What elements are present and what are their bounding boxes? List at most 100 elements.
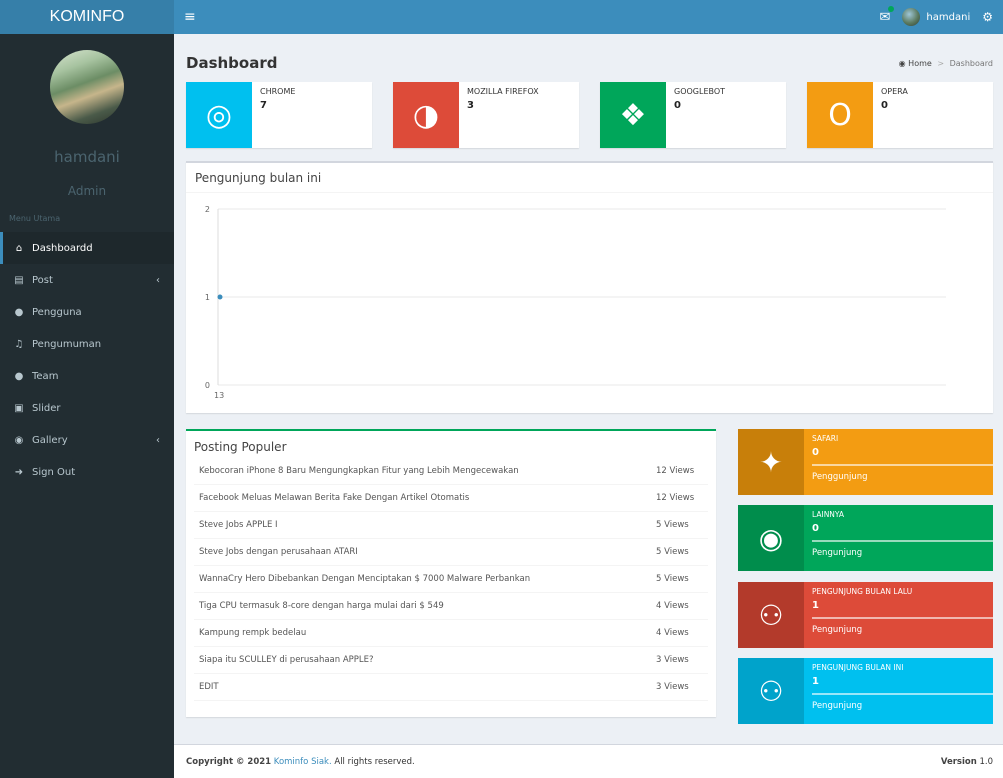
user-menu[interactable]: hamdani (902, 8, 970, 26)
popular-posts-box: Posting Populer Kebocoran iPhone 8 Baru … (186, 429, 716, 717)
sidebar-item-pengumuman[interactable]: ♫ Pengumuman (0, 328, 174, 360)
sidebar-item-label: Dashboardd (32, 242, 93, 254)
clone-icon: ▣ (14, 402, 24, 414)
stat-description: Penggunjung (812, 472, 868, 482)
opera-icon: O (807, 82, 873, 148)
user-avatar-small (902, 8, 921, 26)
table-row[interactable]: Tiga CPU termasuk 8-core dengan harga mu… (194, 593, 708, 620)
compass-icon: ✦ (738, 429, 804, 495)
stat-label: PENGUNJUNG BULAN LALU (812, 587, 913, 596)
info-box-number: 3 (467, 100, 474, 111)
post-views: 5 Views (656, 574, 689, 584)
info-box-chrome: ◎ CHROME 7 (186, 82, 372, 148)
table-row[interactable]: Facebook Meluas Melawan Berita Fake Deng… (194, 485, 708, 512)
chrome-icon: ◎ (186, 82, 252, 148)
footer-copyright-prefix: Copyright © 2021 (186, 756, 272, 767)
post-title: EDIT (199, 682, 219, 692)
sign-out-icon: ➜ (14, 466, 24, 478)
post-views: 4 Views (656, 601, 689, 611)
post-title: WannaCry Hero Dibebankan Dengan Mencipta… (199, 574, 531, 584)
header-user-name: hamdani (926, 11, 971, 23)
info-box-label: GOOGLEBOT (674, 87, 726, 96)
info-box-label: OPERA (881, 87, 908, 96)
stat-number: 0 (812, 523, 819, 534)
sidebar-section-header: Menu Utama (9, 214, 61, 223)
progress-bar (812, 617, 993, 619)
footer-version-label: Version (940, 756, 977, 767)
data-point (217, 294, 223, 300)
volume-icon: ♫ (14, 338, 24, 350)
table-row[interactable]: Steve Jobs dengan perusahaan ATARI 5 Vie… (194, 539, 708, 566)
info-box-number: 0 (881, 100, 888, 111)
newspaper-icon: ▤ (14, 274, 24, 286)
notification-dot (888, 5, 895, 12)
table-row[interactable]: EDIT 3 Views (194, 674, 708, 701)
progress-bar (812, 464, 993, 466)
chevron-left-icon: ‹ (156, 434, 160, 446)
avatar (50, 50, 124, 124)
gear-icon[interactable]: ⚙ (982, 10, 993, 24)
y-tick-label: 2 (205, 205, 210, 214)
post-title: Steve Jobs dengan perusahaan ATARI (199, 547, 358, 557)
bug-icon: ❖ (600, 82, 666, 148)
brand-logo[interactable]: KOMINFO (0, 0, 174, 34)
table-row[interactable]: Kebocoran iPhone 8 Baru Mengungkapkan Fi… (194, 458, 708, 485)
users-icon: ⚇ (738, 582, 804, 648)
users-icon: ⚇ (738, 658, 804, 724)
footer: Copyright © 2021 Kominfo Siak. All right… (174, 744, 1003, 778)
info-box-opera: O OPERA 0 (807, 82, 993, 148)
sidebar-item-dashboard[interactable]: ⌂ Dashboardd (0, 232, 174, 264)
sidebar-user-name: hamdani (54, 148, 120, 166)
sidebar-item-gallery[interactable]: ◉ Gallery ‹ (0, 424, 174, 456)
sidebar-item-pengguna[interactable]: ● Pengguna (0, 296, 174, 328)
messages-icon[interactable]: ✉ (880, 5, 895, 25)
chart-title: Pengunjung bulan ini (186, 163, 993, 193)
x-tick-label: 13 (214, 391, 224, 400)
sidebar-item-slider[interactable]: ▣ Slider (0, 392, 174, 424)
footer-org-link[interactable]: Kominfo Siak. (274, 757, 332, 767)
chevron-left-icon: ‹ (156, 274, 160, 286)
camera-icon: ◉ (14, 434, 24, 446)
progress-bar (812, 540, 993, 542)
stat-description: Pengunjung (812, 625, 863, 635)
sidebar-item-post[interactable]: ▤ Post ‹ (0, 264, 174, 296)
stat-box-lainnya: ◉ LAINNYA 0 Pengunjung (738, 505, 993, 571)
stat-number: 1 (812, 676, 819, 687)
sidebar: hamdani Admin Menu Utama ⌂ Dashboardd ▤ … (0, 34, 174, 778)
sidebar-item-label: Team (32, 370, 59, 382)
post-title: Kebocoran iPhone 8 Baru Mengungkapkan Fi… (199, 466, 519, 476)
post-title: Steve Jobs APPLE I (199, 520, 278, 530)
popular-posts-title: Posting Populer (194, 440, 287, 454)
table-row[interactable]: Siapa itu SCULLEY di perusahaan APPLE? 3… (194, 647, 708, 674)
stat-box-last-month: ⚇ PENGUNJUNG BULAN LALU 1 Pengunjung (738, 582, 993, 648)
post-views: 5 Views (656, 520, 689, 530)
breadcrumb-home[interactable]: Home (908, 59, 932, 68)
hamburger-icon[interactable]: ≡ (184, 9, 196, 25)
sidebar-item-label: Sign Out (32, 466, 76, 478)
info-box-googlebot: ❖ GOOGLEBOT 0 (600, 82, 786, 148)
stat-description: Pengunjung (812, 548, 863, 558)
main-content: Dashboard ◉ Home > Dashboard ◎ CHROME 7 … (174, 34, 1003, 744)
table-row[interactable]: Steve Jobs APPLE I 5 Views (194, 512, 708, 539)
post-title: Kampung rempk bedelau (199, 628, 307, 638)
stat-number: 1 (812, 600, 819, 611)
sidebar-menu: ⌂ Dashboardd ▤ Post ‹ ● Pengguna ♫ Pengu… (0, 232, 174, 488)
sidebar-item-label: Post (32, 274, 53, 286)
info-box-firefox: ◑ MOZILLA FIREFOX 3 (393, 82, 579, 148)
table-row[interactable]: WannaCry Hero Dibebankan Dengan Mencipta… (194, 566, 708, 593)
page-title: Dashboard (186, 54, 278, 72)
stat-description: Pengunjung (812, 701, 863, 711)
info-box-number: 7 (260, 100, 267, 111)
sidebar-item-sign-out[interactable]: ➜ Sign Out (0, 456, 174, 488)
home-icon: ◉ (898, 59, 906, 68)
post-views: 12 Views (656, 466, 695, 476)
breadcrumb-separator: > (937, 59, 945, 68)
home-icon: ⌂ (15, 242, 23, 254)
post-views: 4 Views (656, 628, 689, 638)
nav-right: ✉ hamdani ⚙ (880, 5, 993, 26)
sidebar-item-label: Slider (32, 402, 61, 414)
sidebar-item-team[interactable]: ● Team (0, 360, 174, 392)
table-row[interactable]: Kampung rempk bedelau 4 Views (194, 620, 708, 647)
footer-rights: All rights reserved. (334, 756, 415, 767)
info-box-label: MOZILLA FIREFOX (467, 87, 539, 96)
